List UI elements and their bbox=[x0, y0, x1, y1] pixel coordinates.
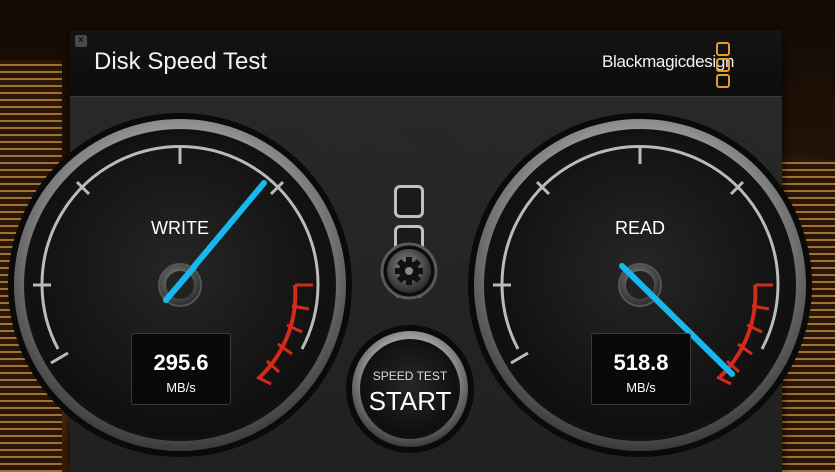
write-speed-value: 295.6 bbox=[153, 350, 209, 375]
start-button-caption: SPEED TEST bbox=[373, 369, 448, 383]
write-speed-readout: 295.6 MB/s bbox=[131, 333, 231, 405]
read-speed-unit: MB/s bbox=[626, 380, 656, 395]
write-gauge: WRITE bbox=[8, 113, 352, 457]
write-label: WRITE bbox=[151, 218, 209, 238]
write-speed-unit: MB/s bbox=[166, 380, 196, 395]
read-speed-value: 518.8 bbox=[613, 350, 669, 375]
gear-icon bbox=[395, 257, 423, 285]
gauges-layer: WRITE READ SPEED TEST START bbox=[8, 113, 812, 457]
read-gauge: READ bbox=[468, 113, 812, 457]
read-label: READ bbox=[615, 218, 665, 238]
start-button-label: START bbox=[369, 386, 452, 416]
settings-button[interactable] bbox=[380, 242, 438, 300]
start-button[interactable]: SPEED TEST START bbox=[346, 325, 474, 453]
read-speed-readout: 518.8 MB/s bbox=[591, 333, 691, 405]
